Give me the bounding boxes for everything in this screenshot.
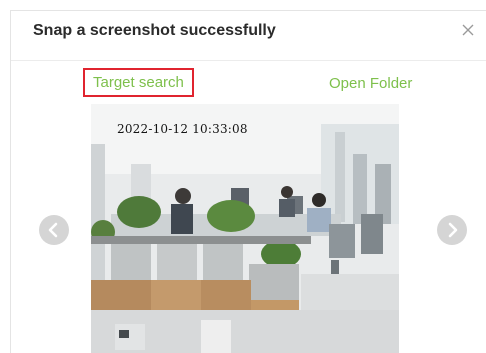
target-search-link[interactable]: Target search [83, 68, 194, 97]
chevron-right-icon [448, 222, 458, 238]
snapshot-timestamp: 2022-10-12 10:33:08 [117, 122, 248, 136]
dialog-header: Snap a screenshot successfully [11, 11, 486, 61]
office-photo [91, 104, 399, 353]
chevron-left-icon [48, 222, 58, 238]
snapshot-dialog: Snap a screenshot successfully Target se… [10, 10, 486, 353]
next-button[interactable] [437, 215, 467, 245]
close-icon [462, 24, 474, 36]
close-button[interactable] [459, 21, 477, 39]
open-folder-link[interactable]: Open Folder [329, 75, 412, 92]
snapshot-image: 2022-10-12 10:33:08 [91, 104, 399, 353]
dialog-title: Snap a screenshot successfully [33, 22, 276, 39]
previous-button[interactable] [39, 215, 69, 245]
